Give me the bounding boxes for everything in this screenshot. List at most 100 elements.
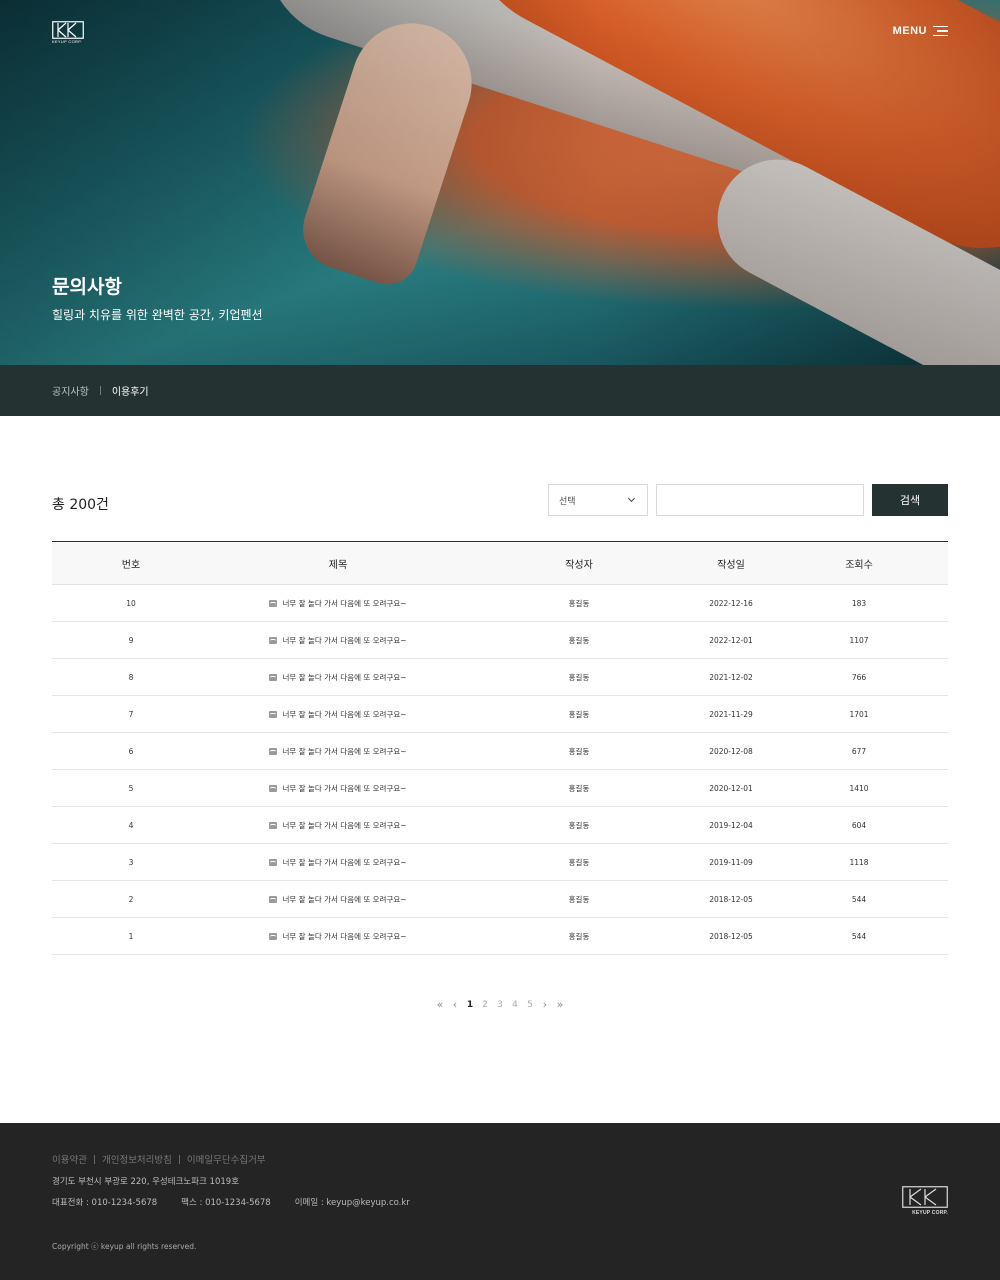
search-input[interactable] bbox=[656, 484, 864, 516]
search-button[interactable]: 검색 bbox=[872, 484, 948, 516]
menu-button[interactable]: MENU bbox=[893, 25, 948, 37]
footer-fax: 팩스 : 010-1234-5678 bbox=[181, 1198, 271, 1208]
row-date: 2021-12-02 bbox=[692, 658, 770, 696]
row-views: 1107 bbox=[770, 621, 948, 659]
row-author: 홍길동 bbox=[466, 917, 692, 955]
table-row: 9 너무 잘 놀다 가서 다음에 또 오려구요~ 홍길동 2022-12-01 1107 bbox=[52, 621, 948, 659]
footer-link-email-policy[interactable]: 이메일무단수집거부 bbox=[187, 1152, 266, 1166]
sub-navigation: 공지사항 이용후기 bbox=[0, 365, 1000, 416]
logo-text: KEYUP CORP. bbox=[52, 39, 83, 44]
page-button-4[interactable]: 4 bbox=[508, 1000, 523, 1010]
subnav-divider bbox=[99, 386, 101, 395]
row-number: 10 bbox=[52, 584, 210, 622]
footer-link-privacy[interactable]: 개인정보처리방침 bbox=[102, 1152, 172, 1166]
row-views: 1410 bbox=[770, 769, 948, 807]
row-title[interactable]: 너무 잘 놀다 가서 다음에 또 오려구요~ bbox=[210, 695, 466, 733]
column-header-views: 조회수 bbox=[770, 541, 948, 585]
row-author: 홍길동 bbox=[466, 880, 692, 918]
total-count: 총 200건 bbox=[52, 497, 109, 513]
select-value: 선택 bbox=[559, 496, 576, 507]
row-date: 2022-12-16 bbox=[692, 584, 770, 622]
row-title-text[interactable]: 너무 잘 놀다 가서 다음에 또 오려구요~ bbox=[282, 599, 406, 608]
footer-phone: 대표전화 : 010-1234-5678 bbox=[52, 1198, 158, 1208]
row-views: 544 bbox=[770, 917, 948, 955]
page-button-5[interactable]: 5 bbox=[523, 1000, 538, 1010]
table-row: 8 너무 잘 놀다 가서 다음에 또 오려구요~ 홍길동 2021-12-02 766 bbox=[52, 658, 948, 696]
row-views: 544 bbox=[770, 880, 948, 918]
row-date: 2018-12-05 bbox=[692, 880, 770, 918]
image-icon bbox=[269, 599, 278, 607]
first-page-button[interactable]: « bbox=[433, 998, 448, 1011]
footer-divider bbox=[178, 1154, 180, 1164]
footer-contacts: 대표전화 : 010-1234-5678 팩스 : 010-1234-5678 … bbox=[52, 1196, 410, 1208]
page-subtitle: 힐링과 치유를 위한 완벽한 공간, 키업펜션 bbox=[52, 308, 263, 322]
page-button-3[interactable]: 3 bbox=[493, 1000, 508, 1010]
row-number: 4 bbox=[52, 806, 210, 844]
row-title-text[interactable]: 너무 잘 놀다 가서 다음에 또 오려구요~ bbox=[282, 932, 406, 941]
footer: 이용약관 개인정보처리방침 이메일무단수집거부 경기도 부천시 부광로 220,… bbox=[0, 1123, 1000, 1280]
column-header-author: 작성자 bbox=[466, 541, 692, 585]
logo-icon[interactable] bbox=[52, 21, 84, 41]
footer-link-terms[interactable]: 이용약관 bbox=[52, 1152, 87, 1166]
row-author: 홍길동 bbox=[466, 658, 692, 696]
row-title[interactable]: 너무 잘 놀다 가서 다음에 또 오려구요~ bbox=[210, 917, 466, 955]
row-date: 2020-12-08 bbox=[692, 732, 770, 770]
table-row: 4 너무 잘 놀다 가서 다음에 또 오려구요~ 홍길동 2019-12-04 604 bbox=[52, 806, 948, 844]
last-page-button[interactable]: » bbox=[553, 998, 568, 1011]
prev-page-button[interactable]: ‹ bbox=[448, 998, 463, 1011]
row-number: 7 bbox=[52, 695, 210, 733]
subnav-item-notice[interactable]: 공지사항 bbox=[52, 383, 89, 398]
row-title[interactable]: 너무 잘 놀다 가서 다음에 또 오려구요~ bbox=[210, 732, 466, 770]
pagination: « ‹ 1 2 3 4 5 › » bbox=[0, 998, 1000, 1011]
menu-label: MENU bbox=[892, 25, 927, 37]
row-author: 홍길동 bbox=[466, 806, 692, 844]
search-type-select[interactable]: 선택 bbox=[548, 484, 648, 516]
image-icon bbox=[269, 636, 278, 644]
row-author: 홍길동 bbox=[466, 695, 692, 733]
table-header-row: 번호 제목 작성자 작성일 조회수 bbox=[52, 541, 948, 585]
row-date: 2020-12-01 bbox=[692, 769, 770, 807]
row-views: 677 bbox=[770, 732, 948, 770]
footer-email: 이메일 : keyup@keyup.co.kr bbox=[294, 1198, 410, 1208]
page-title: 문의사항 bbox=[52, 276, 122, 298]
row-title-text[interactable]: 너무 잘 놀다 가서 다음에 또 오려구요~ bbox=[282, 895, 406, 904]
row-title[interactable]: 너무 잘 놀다 가서 다음에 또 오려구요~ bbox=[210, 584, 466, 622]
row-title-text[interactable]: 너무 잘 놀다 가서 다음에 또 오려구요~ bbox=[282, 784, 406, 793]
row-title[interactable]: 너무 잘 놀다 가서 다음에 또 오려구요~ bbox=[210, 769, 466, 807]
column-header-title: 제목 bbox=[210, 541, 466, 585]
row-date: 2019-12-04 bbox=[692, 806, 770, 844]
row-title-text[interactable]: 너무 잘 놀다 가서 다음에 또 오려구요~ bbox=[282, 636, 406, 645]
image-icon bbox=[269, 858, 278, 866]
image-icon bbox=[269, 784, 278, 792]
row-title[interactable]: 너무 잘 놀다 가서 다음에 또 오려구요~ bbox=[210, 843, 466, 881]
table-row: 7 너무 잘 놀다 가서 다음에 또 오려구요~ 홍길동 2021-11-29 1701 bbox=[52, 695, 948, 733]
row-title-text[interactable]: 너무 잘 놀다 가서 다음에 또 오려구요~ bbox=[282, 747, 406, 756]
row-title[interactable]: 너무 잘 놀다 가서 다음에 또 오려구요~ bbox=[210, 806, 466, 844]
chevron-down-icon bbox=[627, 495, 637, 505]
hamburger-icon bbox=[933, 25, 948, 37]
footer-address: 경기도 부천시 부광로 220, 우성테크노파크 1019호 bbox=[52, 1177, 240, 1187]
row-title[interactable]: 너무 잘 놀다 가서 다음에 또 오려구요~ bbox=[210, 658, 466, 696]
row-title[interactable]: 너무 잘 놀다 가서 다음에 또 오려구요~ bbox=[210, 880, 466, 918]
next-page-button[interactable]: › bbox=[538, 998, 553, 1011]
row-views: 1701 bbox=[770, 695, 948, 733]
row-number: 6 bbox=[52, 732, 210, 770]
row-title-text[interactable]: 너무 잘 놀다 가서 다음에 또 오려구요~ bbox=[282, 821, 406, 830]
row-author: 홍길동 bbox=[466, 732, 692, 770]
footer-logo-text: KEYUP CORP. bbox=[912, 1210, 948, 1216]
page-button-1[interactable]: 1 bbox=[463, 1000, 478, 1010]
row-title-text[interactable]: 너무 잘 놀다 가서 다음에 또 오려구요~ bbox=[282, 858, 406, 867]
row-title-text[interactable]: 너무 잘 놀다 가서 다음에 또 오려구요~ bbox=[282, 710, 406, 719]
row-date: 2018-12-05 bbox=[692, 917, 770, 955]
row-author: 홍길동 bbox=[466, 769, 692, 807]
table-row: 2 너무 잘 놀다 가서 다음에 또 오려구요~ 홍길동 2018-12-05 544 bbox=[52, 880, 948, 918]
row-number: 3 bbox=[52, 843, 210, 881]
row-number: 9 bbox=[52, 621, 210, 659]
table-row: 3 너무 잘 놀다 가서 다음에 또 오려구요~ 홍길동 2019-11-09 1118 bbox=[52, 843, 948, 881]
page-button-2[interactable]: 2 bbox=[478, 1000, 493, 1010]
image-icon bbox=[269, 932, 278, 940]
row-title-text[interactable]: 너무 잘 놀다 가서 다음에 또 오려구요~ bbox=[282, 673, 406, 682]
subnav-item-review[interactable]: 이용후기 bbox=[112, 383, 149, 398]
row-title[interactable]: 너무 잘 놀다 가서 다음에 또 오려구요~ bbox=[210, 621, 466, 659]
row-author: 홍길동 bbox=[466, 584, 692, 622]
